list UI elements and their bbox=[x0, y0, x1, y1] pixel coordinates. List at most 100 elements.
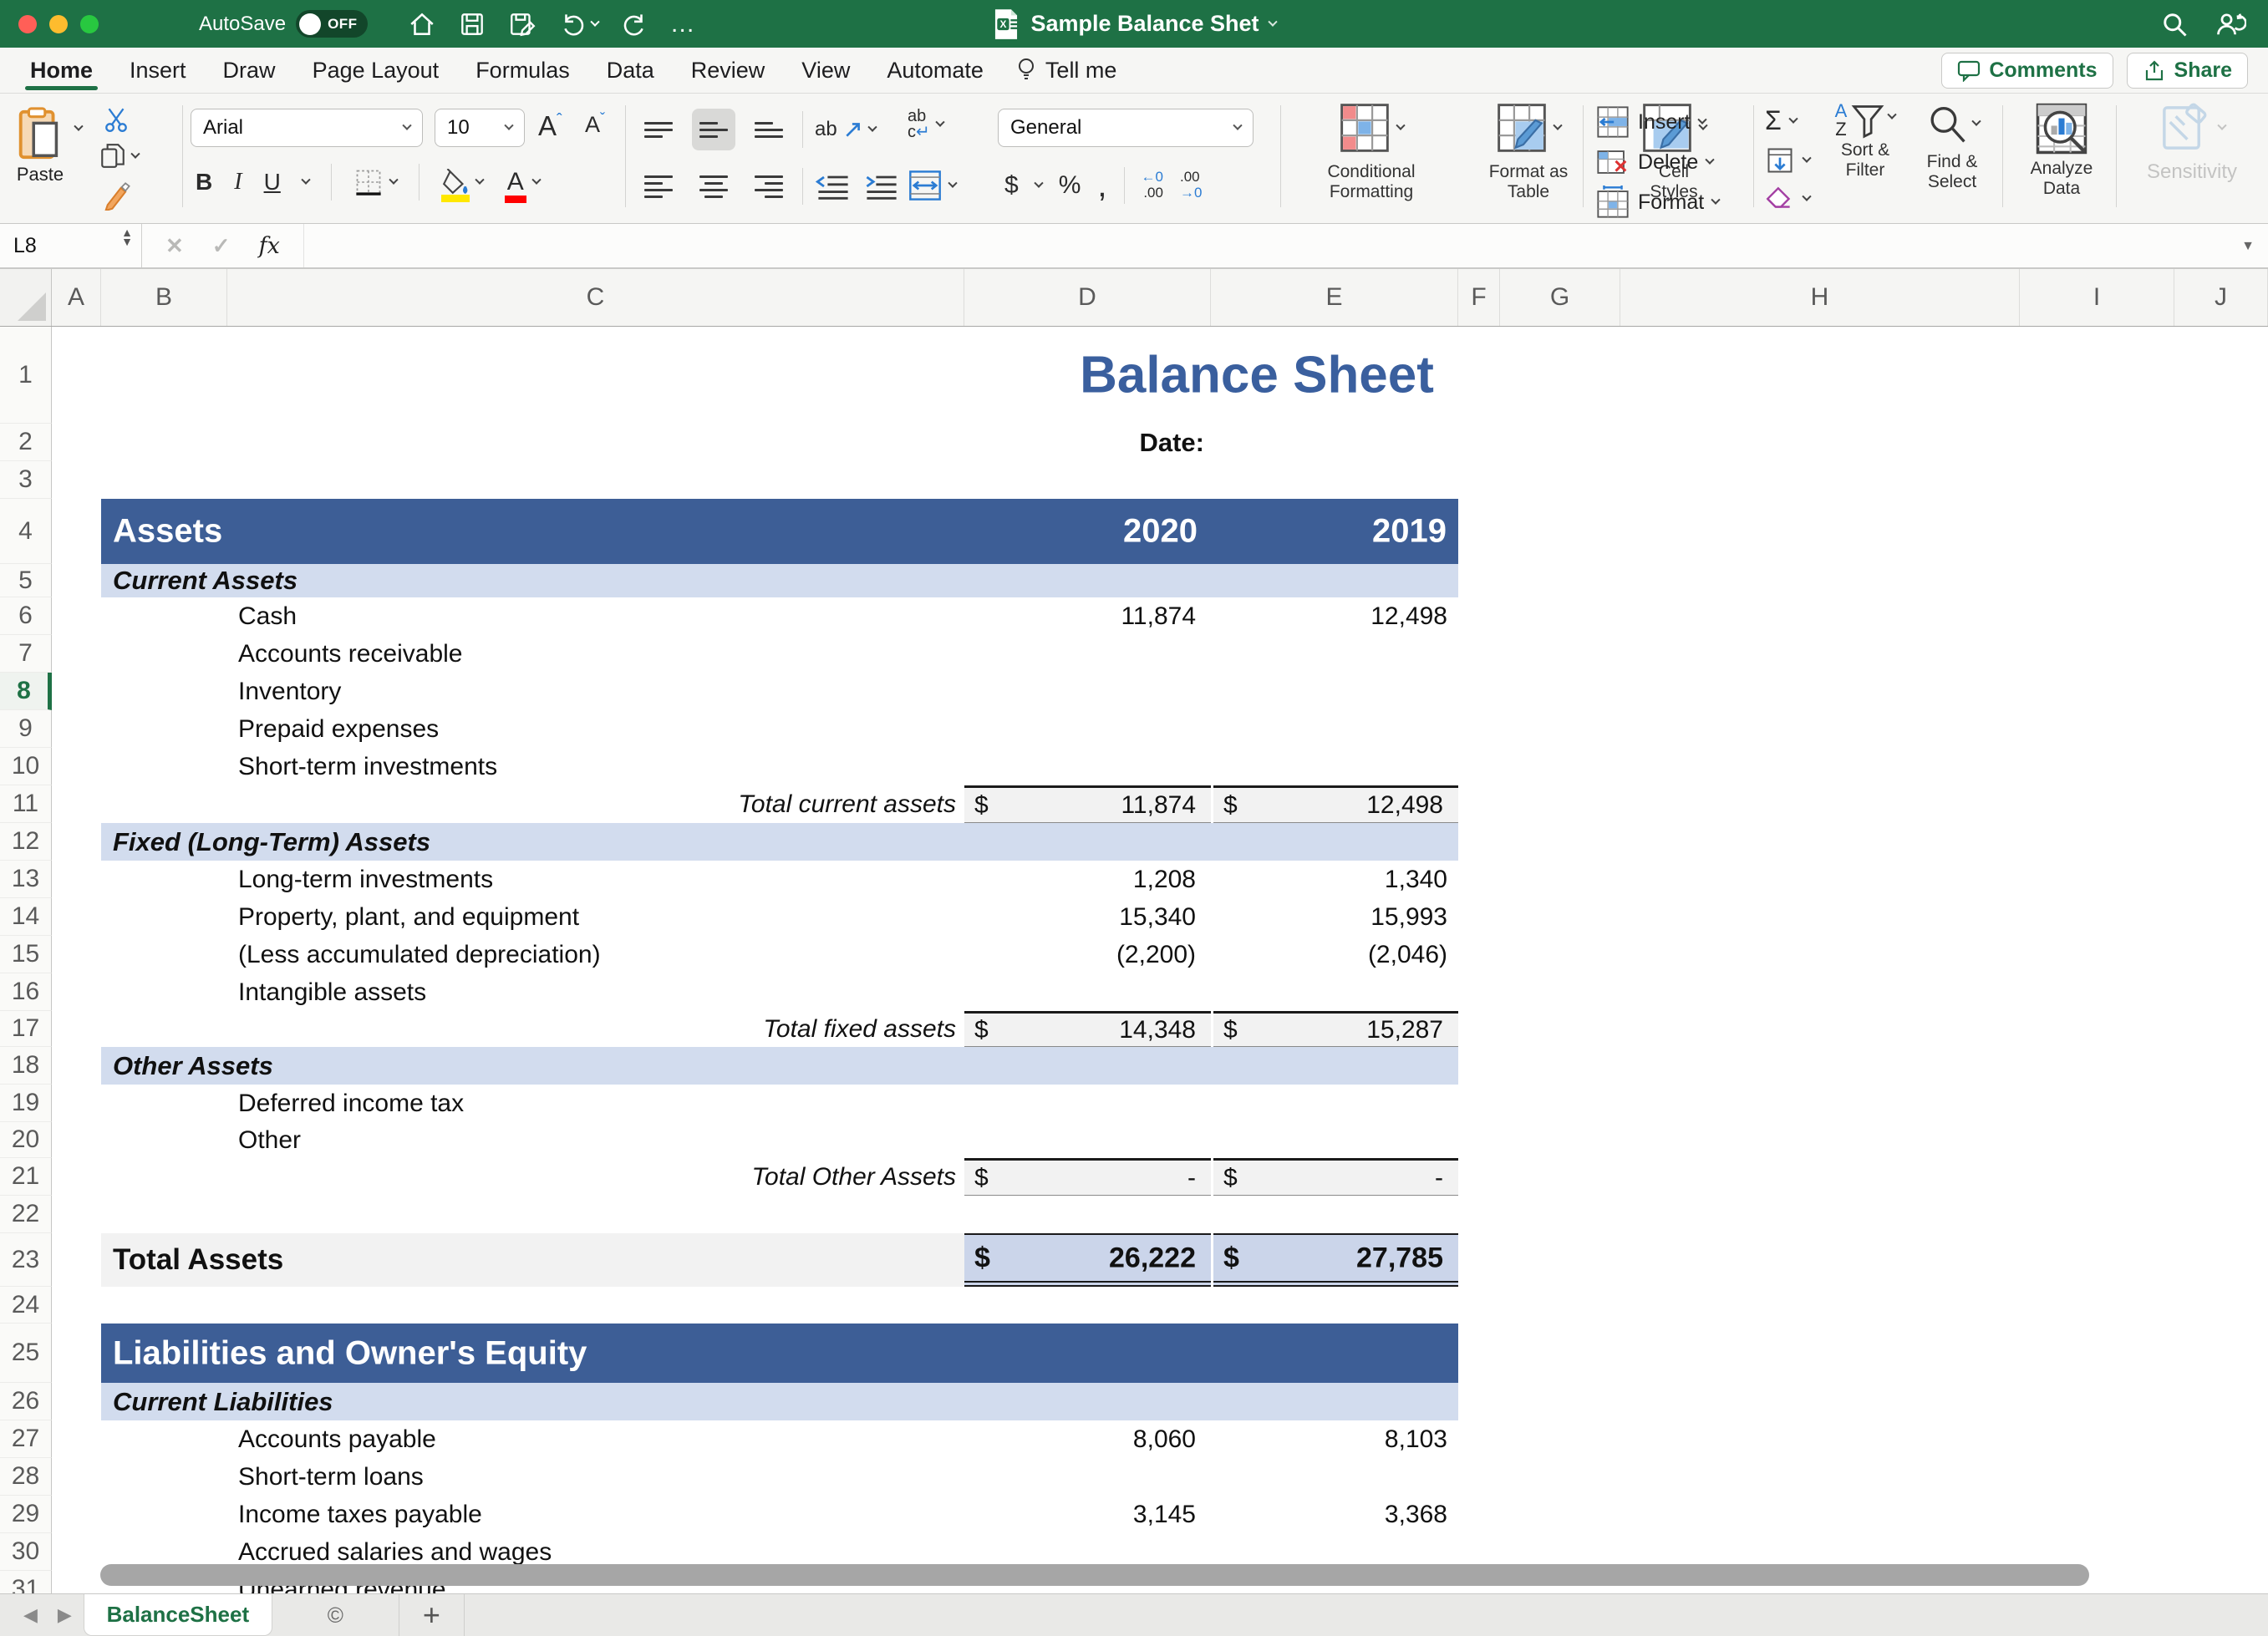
section-band-25[interactable]: Liabilities and Owner's Equity bbox=[101, 1324, 1458, 1383]
section-band-26[interactable]: Current Liabilities bbox=[101, 1383, 1458, 1420]
section-band-4[interactable]: Assets20202019 bbox=[101, 499, 1458, 564]
cell-E13[interactable]: 1,340 bbox=[1213, 866, 1447, 894]
column-header-F[interactable]: F bbox=[1458, 269, 1500, 326]
cell-C6[interactable]: Cash bbox=[238, 602, 297, 631]
align-left-button[interactable] bbox=[637, 165, 680, 207]
orientation-button[interactable]: ab bbox=[815, 118, 876, 141]
cell-C16[interactable]: Intangible assets bbox=[238, 978, 426, 1007]
enter-icon[interactable]: ✓ bbox=[212, 233, 231, 259]
increase-font-button[interactable]: Aˆ bbox=[538, 110, 562, 142]
row-header-11[interactable]: 11 bbox=[0, 785, 52, 823]
save-as-icon[interactable] bbox=[508, 10, 536, 38]
cell-C9[interactable]: Prepaid expenses bbox=[238, 715, 439, 744]
cell-title[interactable]: Balance Sheet bbox=[964, 346, 1549, 405]
row-header-24[interactable]: 24 bbox=[0, 1287, 52, 1324]
cell-D15[interactable]: (2,200) bbox=[964, 941, 1196, 969]
tell-me[interactable]: Tell me bbox=[1002, 58, 1131, 84]
align-bottom-button[interactable] bbox=[747, 109, 791, 150]
cell-C13[interactable]: Long-term investments bbox=[238, 866, 493, 894]
cancel-icon[interactable]: ✕ bbox=[165, 233, 184, 259]
cell-C19[interactable]: Deferred income tax bbox=[238, 1090, 464, 1118]
row-header-10[interactable]: 10 bbox=[0, 748, 52, 785]
row-header-9[interactable]: 9 bbox=[0, 710, 52, 748]
row-header-29[interactable]: 29 bbox=[0, 1496, 52, 1533]
find-select-button[interactable]: Find & Select bbox=[1914, 102, 1991, 192]
row-header-3[interactable]: 3 bbox=[0, 461, 52, 499]
grand-total-band[interactable]: Total Assets bbox=[101, 1233, 964, 1287]
wrap-text-button[interactable]: ab c↵ bbox=[908, 109, 943, 140]
column-header-E[interactable]: E bbox=[1211, 269, 1458, 326]
column-header-C[interactable]: C bbox=[227, 269, 964, 326]
comments-button[interactable]: Comments bbox=[1941, 53, 2113, 89]
column-header-B[interactable]: B bbox=[101, 269, 227, 326]
decrease-font-button[interactable]: Aˇ bbox=[585, 110, 605, 138]
cell-D29[interactable]: 3,145 bbox=[964, 1501, 1196, 1529]
cell-E27[interactable]: 8,103 bbox=[1213, 1425, 1447, 1454]
conditional-formatting-button[interactable]: Conditional Formatting bbox=[1294, 102, 1449, 202]
increase-indent-button[interactable] bbox=[863, 170, 900, 203]
column-header-A[interactable]: A bbox=[52, 269, 101, 326]
font-name-select[interactable]: Arial bbox=[191, 109, 423, 147]
menu-tab-home[interactable]: Home bbox=[12, 48, 111, 93]
menu-tab-review[interactable]: Review bbox=[673, 48, 784, 93]
row-header-20[interactable]: 20 bbox=[0, 1122, 52, 1158]
row-header-19[interactable]: 19 bbox=[0, 1085, 52, 1122]
share-button[interactable]: Share bbox=[2127, 53, 2248, 89]
menu-tab-draw[interactable]: Draw bbox=[205, 48, 294, 93]
row-header-17[interactable]: 17 bbox=[0, 1011, 52, 1047]
cell-C11[interactable]: Total current assets bbox=[227, 790, 956, 819]
cell-E14[interactable]: 15,993 bbox=[1213, 903, 1447, 932]
align-middle-button[interactable] bbox=[692, 109, 735, 150]
formula-input[interactable]: ▼ bbox=[304, 224, 2268, 267]
sheet-tab-balancesheet[interactable]: BalanceSheet bbox=[84, 1594, 272, 1636]
minimize-button[interactable] bbox=[49, 15, 68, 33]
analyze-data-button[interactable]: Analyze Data bbox=[2016, 102, 2108, 199]
cell-C21[interactable]: Total Other Assets bbox=[227, 1163, 956, 1191]
percent-format-button[interactable]: % bbox=[1059, 171, 1081, 200]
row-header-5[interactable]: 5 bbox=[0, 564, 52, 597]
row-header-22[interactable]: 22 bbox=[0, 1196, 52, 1233]
row-header-4[interactable]: 4 bbox=[0, 499, 52, 564]
row-header-26[interactable]: 26 bbox=[0, 1383, 52, 1420]
row-header-13[interactable]: 13 bbox=[0, 861, 52, 898]
undo-icon[interactable] bbox=[558, 10, 598, 38]
more-toolbar-icon[interactable]: … bbox=[670, 10, 697, 38]
cut-button[interactable] bbox=[102, 105, 130, 134]
row-header-25[interactable]: 25 bbox=[0, 1324, 52, 1383]
borders-button[interactable] bbox=[353, 167, 397, 197]
autosave-toggle[interactable]: OFF bbox=[296, 10, 368, 38]
tab-scroll-right-icon[interactable]: ▶ bbox=[58, 1604, 72, 1626]
italic-button[interactable]: I bbox=[234, 169, 242, 196]
add-sheet-button[interactable]: + bbox=[399, 1594, 465, 1636]
menu-tab-insert[interactable]: Insert bbox=[111, 48, 205, 93]
copy-button[interactable] bbox=[99, 142, 139, 170]
format-cells-button[interactable]: Format bbox=[1596, 185, 1719, 219]
menu-tab-automate[interactable]: Automate bbox=[868, 48, 1002, 93]
paste-menu-chevron-icon[interactable] bbox=[74, 122, 83, 131]
zoom-button[interactable] bbox=[80, 15, 99, 33]
comma-format-button[interactable]: , bbox=[1097, 175, 1106, 196]
row-header-6[interactable]: 6 bbox=[0, 597, 52, 635]
title-menu-chevron-icon[interactable] bbox=[1268, 17, 1277, 26]
cell-D2[interactable]: Date: bbox=[964, 428, 1211, 458]
row-header-2[interactable]: 2 bbox=[0, 424, 52, 461]
menu-tab-view[interactable]: View bbox=[783, 48, 868, 93]
column-header-D[interactable]: D bbox=[964, 269, 1211, 326]
decrease-indent-button[interactable] bbox=[815, 170, 852, 203]
row-header-7[interactable]: 7 bbox=[0, 635, 52, 673]
cell-D14[interactable]: 15,340 bbox=[964, 903, 1196, 932]
row-header-12[interactable]: 12 bbox=[0, 823, 52, 861]
underline-button[interactable]: U bbox=[264, 169, 281, 196]
row-header-1[interactable]: 1 bbox=[0, 327, 52, 424]
insert-cells-button[interactable]: Insert bbox=[1596, 105, 1706, 139]
cell-D11[interactable]: $11,874 bbox=[964, 785, 1211, 823]
bold-button[interactable]: B bbox=[196, 169, 212, 196]
paste-button[interactable]: Paste bbox=[15, 107, 65, 185]
cell-C14[interactable]: Property, plant, and equipment bbox=[238, 903, 579, 932]
row-header-8[interactable]: 8 bbox=[0, 673, 52, 710]
insert-function-icon[interactable]: fx bbox=[259, 233, 280, 259]
cell-C7[interactable]: Accounts receivable bbox=[238, 640, 462, 668]
number-format-select[interactable]: General bbox=[998, 109, 1254, 147]
redo-icon[interactable] bbox=[620, 10, 648, 38]
cell-C28[interactable]: Short-term loans bbox=[238, 1463, 424, 1491]
